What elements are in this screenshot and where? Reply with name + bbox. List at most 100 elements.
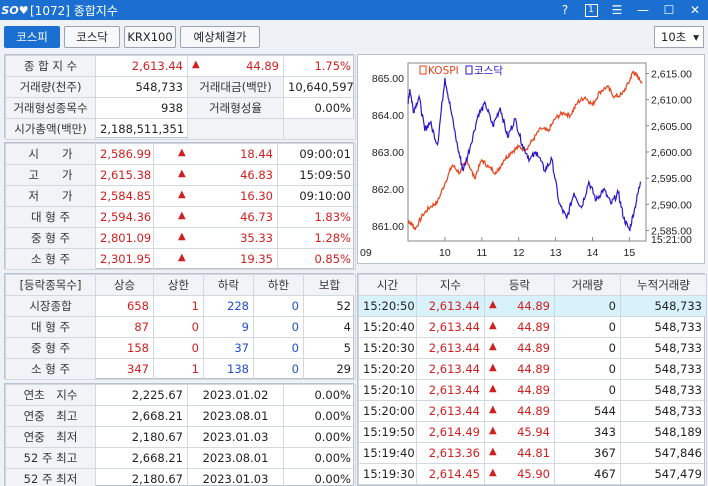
tick-index: 2,613.36: [416, 442, 485, 464]
volume-label: 거래량(천주): [5, 76, 96, 98]
tick-index: 2,614.45: [416, 463, 485, 485]
tab-krx100[interactable]: KRX100: [124, 26, 176, 48]
price-value: 2,586.99: [95, 143, 154, 165]
x-axis-tick: 10: [439, 247, 451, 259]
interval-select[interactable]: 10초 ▾: [654, 26, 704, 48]
x-axis-end-time: 15:21:00: [651, 234, 692, 246]
tick-row[interactable]: 15:19:30 2,614.45 ▲ 45.90 467 547,479: [358, 463, 707, 485]
yearly-rate: 0.00%: [283, 426, 356, 448]
updown-lower: 0: [253, 316, 304, 338]
tick-change: 45.90: [517, 467, 550, 481]
x-axis-tick: 14: [587, 247, 599, 259]
tick-volume: 544: [554, 400, 621, 422]
tick-row[interactable]: 15:20:40 2,613.44 ▲ 44.89 0 548,733: [358, 316, 707, 338]
price-row: 대 형 주 2,594.36 ▲ 46.73 1.83%: [5, 206, 356, 228]
left-axis-tick: 863.00: [372, 147, 404, 159]
x-axis-tick: 09: [360, 247, 372, 259]
updown-label: 대 형 주: [5, 316, 96, 338]
yearly-value: 2,668.21: [95, 447, 188, 469]
updown-up: 658: [95, 295, 154, 317]
up-triangle-icon: ▲: [178, 252, 186, 263]
up-triangle-icon: ▲: [489, 425, 497, 436]
updown-panel: [등락종목수] 상승 상한 하락 하한 보합 시장종합 658 1 228 0 52 대 형 주 87 0 9…: [4, 273, 356, 380]
index-change: 44.89: [246, 59, 279, 73]
tick-volume: 0: [554, 316, 621, 338]
yearly-row: 52 주 최저 2,180.67 2023.01.03 0.00%: [5, 468, 356, 486]
updown-up: 347: [95, 358, 154, 380]
yearly-rate: 0.00%: [283, 447, 356, 469]
index-chart-svg: 865.00 864.00 863.00 862.00 861.00 2,615.00 2,…: [360, 62, 692, 259]
tab-expected-price[interactable]: 예상체결가: [180, 26, 260, 48]
yearly-date: 2023.08.01: [187, 405, 284, 427]
tick-change: 44.89: [517, 404, 550, 418]
tick-change: 44.81: [517, 446, 550, 460]
left-axis-tick: 865.00: [372, 73, 404, 85]
updown-label: 시장종합: [5, 295, 96, 317]
updown-down: 9: [203, 316, 254, 338]
app-logo: SO♥: [1, 3, 29, 17]
minimize-button[interactable]: —: [630, 0, 656, 20]
updown-header-row: [등락종목수] 상승 상한 하락 하한 보합: [5, 274, 356, 296]
up-triangle-icon: ▲: [489, 446, 497, 457]
left-axis-tick: 864.00: [372, 110, 404, 122]
tab-kosdaq[interactable]: 코스닥: [64, 26, 120, 48]
up-triangle-icon: ▲: [178, 147, 186, 158]
tick-row[interactable]: 15:19:50 2,614.49 ▲ 45.94 343 548,189: [358, 421, 707, 443]
screen-number-button[interactable]: 1: [578, 0, 604, 20]
updown-header: 상한: [153, 274, 204, 296]
up-triangle-icon: ▲: [489, 320, 497, 331]
yearly-date: 2023.08.01: [187, 447, 284, 469]
yearly-value: 2,180.67: [95, 468, 188, 486]
yearly-row: 연중 최고 2,668.21 2023.08.01 0.00%: [5, 405, 356, 427]
updown-up: 158: [95, 337, 154, 359]
price-value: 2,594.36: [95, 206, 154, 228]
chevron-down-icon: ▾: [693, 30, 699, 44]
tick-row[interactable]: 15:20:10 2,613.44 ▲ 44.89 0 548,733: [358, 379, 707, 401]
tick-row[interactable]: 15:20:30 2,613.44 ▲ 44.89 0 548,733: [358, 337, 707, 359]
tick-cum-volume: 548,733: [620, 316, 707, 338]
tick-index: 2,613.44: [416, 295, 485, 317]
price-change: 16.30: [240, 189, 273, 203]
updown-lower: 0: [253, 337, 304, 359]
maximize-button[interactable]: ☐: [656, 0, 682, 20]
tick-row[interactable]: 15:20:20 2,613.44 ▲ 44.89 0 548,733: [358, 358, 707, 380]
formed-count-label: 거래형성종목수: [5, 97, 96, 119]
right-axis-tick: 2,595.00: [651, 173, 692, 185]
tick-row[interactable]: 15:20:50 2,613.44 ▲ 44.89 0 548,733: [358, 295, 707, 317]
price-label: 고 가: [5, 164, 96, 186]
tick-time: 15:20:00: [358, 400, 417, 422]
right-axis-tick: 2,610.00: [651, 95, 692, 107]
tick-change: 44.89: [517, 362, 550, 376]
yearly-rate: 0.00%: [283, 384, 356, 406]
help-button[interactable]: ?: [552, 0, 578, 20]
price-row: 소 형 주 2,301.95 ▲ 19.35 0.85%: [5, 248, 356, 270]
tick-volume: 0: [554, 358, 621, 380]
tick-row[interactable]: 15:20:00 2,613.44 ▲ 44.89 544 548,733: [358, 400, 707, 422]
tick-volume: 467: [554, 463, 621, 485]
menu-button[interactable]: ☰: [604, 0, 630, 20]
updown-lower: 0: [253, 295, 304, 317]
updown-lower: 0: [253, 358, 304, 380]
tick-header-row: 시간 지수 등락 거래량 누적거래량: [358, 274, 707, 296]
index-chart[interactable]: 865.00 864.00 863.00 862.00 861.00 2,615.00 2,…: [357, 54, 705, 264]
up-triangle-icon: ▲: [178, 231, 186, 242]
tick-row[interactable]: 15:19:40 2,613.36 ▲ 44.81 367 547,846: [358, 442, 707, 464]
price-value: 2,615.38: [95, 164, 154, 186]
index-label: 종 합 지 수: [5, 55, 96, 77]
updown-down: 138: [203, 358, 254, 380]
amount-value: 10,640,597: [283, 76, 356, 98]
tab-kospi[interactable]: 코스피: [4, 26, 60, 48]
yearly-row: 연중 최저 2,180.67 2023.01.03 0.00%: [5, 426, 356, 448]
tick-header: 지수: [416, 274, 485, 296]
price-row: 중 형 주 2,801.09 ▲ 35.33 1.28%: [5, 227, 356, 249]
up-triangle-icon: ▲: [178, 189, 186, 200]
yearly-value: 2,225.67: [95, 384, 188, 406]
price-change: 46.73: [240, 210, 273, 224]
yearly-label: 연중 최고: [5, 405, 96, 427]
close-button[interactable]: ✕: [682, 0, 708, 20]
right-axis-tick: 2,590.00: [651, 199, 692, 211]
screen-number-icon: 1: [584, 3, 598, 17]
updown-flat: 29: [303, 358, 356, 380]
up-triangle-icon: ▲: [489, 383, 497, 394]
tick-index: 2,613.44: [416, 379, 485, 401]
